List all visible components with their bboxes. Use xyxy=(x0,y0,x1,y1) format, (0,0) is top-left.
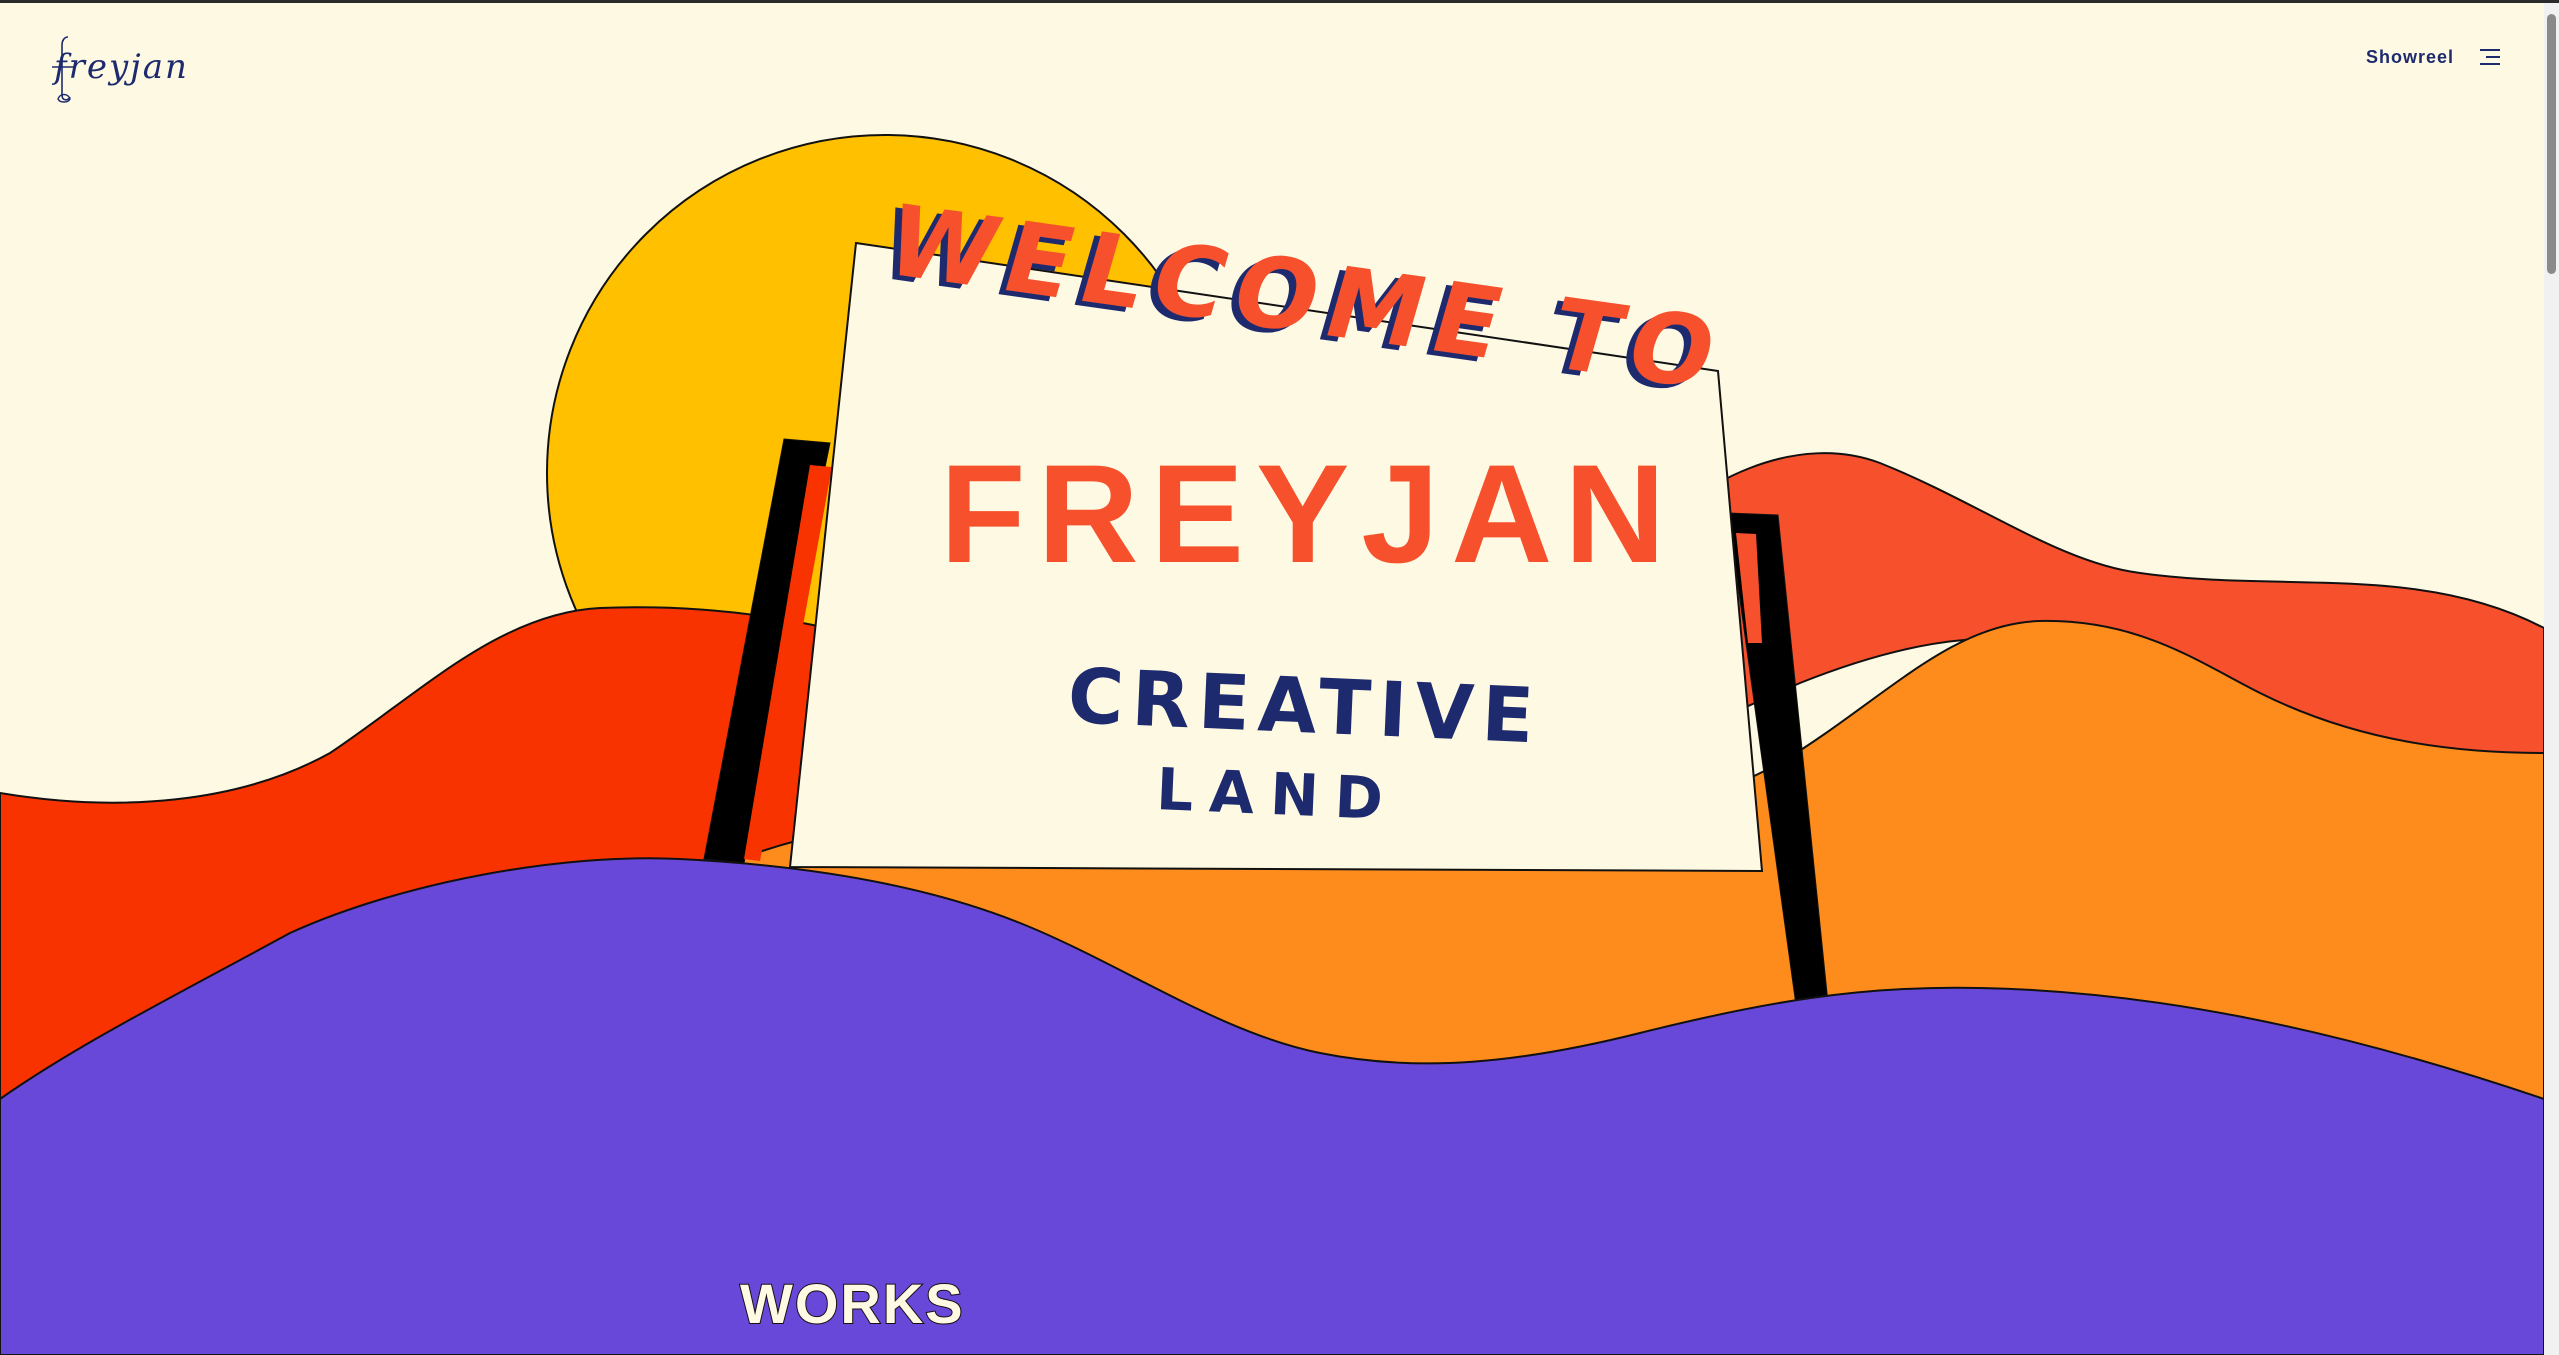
logo-text: freyjan xyxy=(54,47,189,87)
brand-title: FREYJAN xyxy=(940,435,1678,592)
menu-line xyxy=(2486,56,2500,58)
tagline-land: LAND xyxy=(1155,755,1401,834)
hamburger-menu-icon[interactable] xyxy=(2478,47,2500,67)
menu-line xyxy=(2480,49,2500,51)
scrollbar-thumb[interactable] xyxy=(2547,14,2556,274)
showreel-link[interactable]: Showreel xyxy=(2366,47,2454,68)
menu-line xyxy=(2480,63,2500,65)
works-section-heading[interactable]: WORKS xyxy=(739,1271,965,1336)
site-logo[interactable]: freyjan xyxy=(44,29,187,109)
page-viewport: freyjan Showreel WELCOME TO FREYJAN CREA… xyxy=(0,3,2544,1355)
